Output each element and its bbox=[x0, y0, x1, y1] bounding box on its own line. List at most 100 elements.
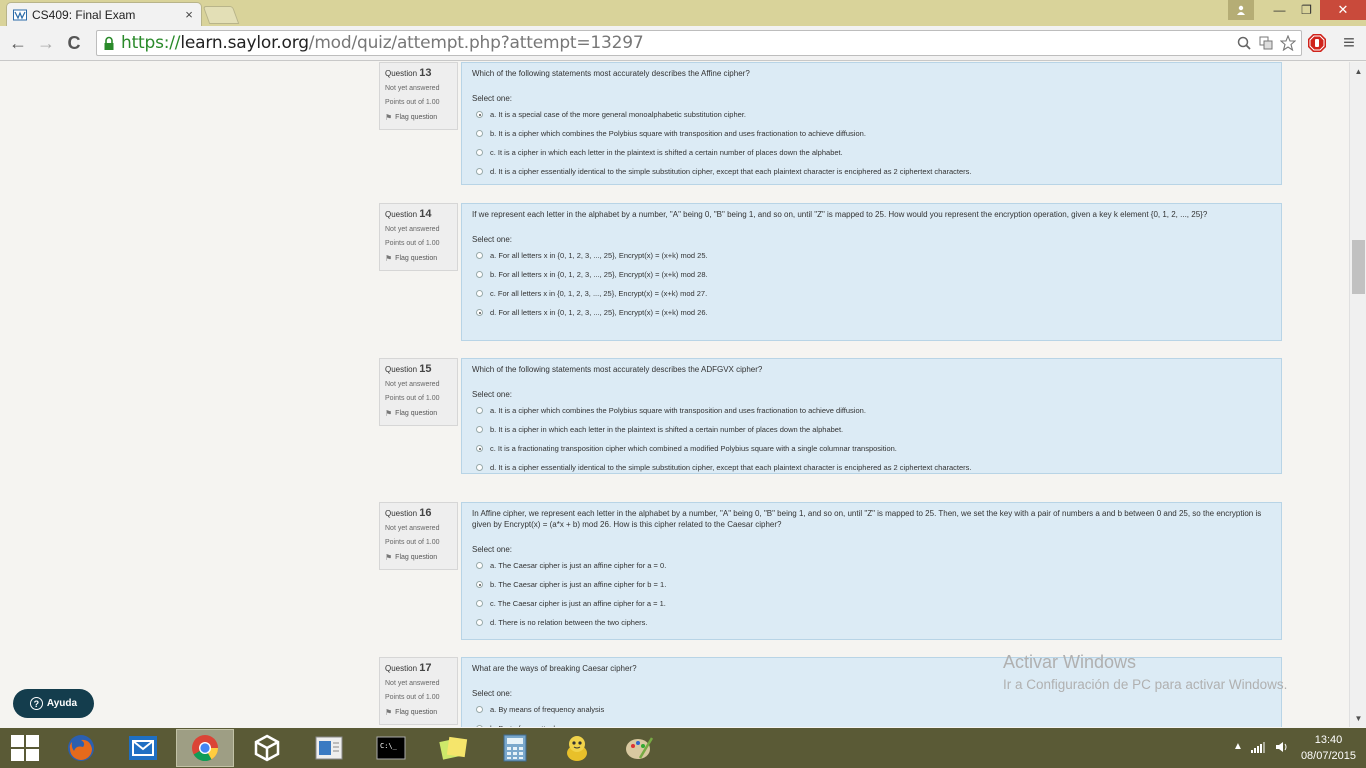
chrome-menu-button[interactable]: ≡ bbox=[1338, 32, 1360, 54]
radio-button[interactable] bbox=[476, 149, 483, 156]
watermark-title: Activar Windows bbox=[1003, 652, 1137, 672]
radio-button[interactable] bbox=[476, 407, 483, 414]
adblock-extension-icon[interactable] bbox=[1306, 32, 1328, 54]
minimize-button[interactable]: — bbox=[1266, 0, 1293, 20]
new-tab-button[interactable] bbox=[202, 6, 240, 24]
answer-option[interactable]: d. It is a cipher essentially identical … bbox=[472, 458, 1271, 477]
help-button[interactable]: ? Ayuda bbox=[13, 689, 94, 718]
answer-option[interactable]: c. The Caesar cipher is just an affine c… bbox=[472, 594, 1271, 613]
document-app-icon[interactable] bbox=[300, 729, 358, 767]
url-scheme: https:// bbox=[121, 33, 181, 53]
sticky-notes-app-icon[interactable] bbox=[424, 729, 482, 767]
answer-option[interactable]: a. By means of frequency analysis bbox=[472, 700, 1271, 719]
clock[interactable]: 13:40 08/07/2015 bbox=[1301, 732, 1356, 764]
watermark-subtitle: Ir a Configuración de PC para activar Wi… bbox=[1003, 677, 1288, 692]
unity-app-icon[interactable] bbox=[238, 729, 296, 767]
radio-button[interactable] bbox=[476, 252, 483, 259]
flag-question-link[interactable]: ⚑ Flag question bbox=[385, 409, 452, 418]
answer-options: a. For all letters x in {0, 1, 2, 3, ...… bbox=[472, 246, 1271, 322]
answer-option[interactable]: a. For all letters x in {0, 1, 2, 3, ...… bbox=[472, 246, 1271, 265]
radio-button[interactable] bbox=[476, 619, 483, 626]
mascot-app-icon[interactable] bbox=[548, 729, 606, 767]
maximize-button[interactable]: ❐ bbox=[1293, 0, 1320, 20]
radio-button[interactable] bbox=[476, 130, 483, 137]
user-profile-icon[interactable] bbox=[1228, 0, 1254, 20]
back-button[interactable]: ← bbox=[6, 32, 30, 54]
flag-question-link[interactable]: ⚑ Flag question bbox=[385, 113, 452, 122]
answer-option[interactable]: b. The Caesar cipher is just an affine c… bbox=[472, 575, 1271, 594]
select-one-prompt: Select one: bbox=[472, 390, 513, 399]
tab-title: CS409: Final Exam bbox=[32, 7, 136, 22]
flag-icon: ⚑ bbox=[385, 409, 393, 418]
question-state: Not yet answered bbox=[385, 226, 440, 233]
answer-option[interactable]: a. It is a cipher which combines the Pol… bbox=[472, 401, 1271, 420]
command-prompt-app-icon[interactable]: C:\_ bbox=[362, 729, 420, 767]
translate-icon[interactable] bbox=[1257, 34, 1275, 52]
answer-option-label: c. The Caesar cipher is just an affine c… bbox=[490, 599, 666, 608]
answer-option[interactable]: b. Brute force attack bbox=[472, 719, 1271, 727]
calculator-app-icon[interactable] bbox=[486, 729, 544, 767]
question-number: Question 17 bbox=[385, 662, 432, 674]
start-button[interactable] bbox=[7, 734, 43, 762]
radio-button[interactable] bbox=[476, 426, 483, 433]
radio-button[interactable] bbox=[476, 725, 483, 727]
radio-button[interactable] bbox=[476, 600, 483, 607]
answer-options: a. By means of frequency analysis b. Brut… bbox=[472, 700, 1271, 727]
close-window-button[interactable]: ✕ bbox=[1320, 0, 1366, 20]
radio-button[interactable] bbox=[476, 290, 483, 297]
zoom-icon[interactable] bbox=[1235, 34, 1253, 52]
answer-option[interactable]: c. For all letters x in {0, 1, 2, 3, ...… bbox=[472, 284, 1271, 303]
answer-option[interactable]: b. It is a cipher in which each letter i… bbox=[472, 420, 1271, 439]
answer-option[interactable]: b. For all letters x in {0, 1, 2, 3, ...… bbox=[472, 265, 1271, 284]
question-text: In Affine cipher, we represent each lett… bbox=[472, 509, 1262, 529]
answer-option[interactable]: c. It is a fractionating transposition c… bbox=[472, 439, 1271, 458]
network-signal-icon[interactable] bbox=[1250, 741, 1267, 756]
radio-button[interactable] bbox=[476, 464, 483, 471]
scrollbar-thumb[interactable] bbox=[1352, 240, 1365, 294]
radio-button[interactable] bbox=[476, 271, 483, 278]
answer-option[interactable]: d. For all letters x in {0, 1, 2, 3, ...… bbox=[472, 303, 1271, 322]
question-grade: Points out of 1.00 bbox=[385, 539, 440, 546]
question-info: Question 14 Not yet answered Points out of… bbox=[379, 203, 458, 271]
answer-option[interactable]: d. It is a cipher essentially identical … bbox=[472, 162, 1271, 181]
radio-button[interactable] bbox=[476, 309, 483, 316]
flag-question-link[interactable]: ⚑ Flag question bbox=[385, 254, 452, 263]
scroll-down-arrow-icon[interactable]: ▼ bbox=[1350, 711, 1366, 725]
firefox-app-icon[interactable] bbox=[52, 729, 110, 767]
answer-option[interactable]: a. The Caesar cipher is just an affine c… bbox=[472, 556, 1271, 575]
vertical-scrollbar[interactable]: ▲ ▼ bbox=[1349, 62, 1366, 727]
answer-option-label: d. It is a cipher essentially identical … bbox=[490, 167, 972, 176]
paint-app-icon[interactable] bbox=[610, 729, 668, 767]
answer-option[interactable]: b. It is a cipher which combines the Pol… bbox=[472, 124, 1271, 143]
chrome-app-icon[interactable] bbox=[176, 729, 234, 767]
answer-option[interactable]: a. It is a special case of the more gene… bbox=[472, 105, 1271, 124]
flag-icon: ⚑ bbox=[385, 113, 393, 122]
radio-button[interactable] bbox=[476, 168, 483, 175]
forward-button[interactable]: → bbox=[34, 32, 58, 54]
radio-button[interactable] bbox=[476, 445, 483, 452]
scroll-up-arrow-icon[interactable]: ▲ bbox=[1350, 64, 1366, 78]
show-hidden-icons-icon[interactable]: ▲ bbox=[1233, 741, 1243, 756]
radio-button[interactable] bbox=[476, 562, 483, 569]
radio-button[interactable] bbox=[476, 581, 483, 588]
radio-button[interactable] bbox=[476, 706, 483, 713]
tab-close-icon[interactable]: × bbox=[183, 7, 195, 22]
select-one-prompt: Select one: bbox=[472, 235, 513, 244]
radio-button[interactable] bbox=[476, 111, 483, 118]
flag-question-link[interactable]: ⚑ Flag question bbox=[385, 553, 452, 562]
flag-question-link[interactable]: ⚑ Flag question bbox=[385, 708, 452, 717]
answer-option[interactable]: d. There is no relation between the two … bbox=[472, 613, 1271, 632]
browser-tab[interactable]: CS409: Final Exam × bbox=[6, 2, 202, 26]
volume-icon[interactable] bbox=[1275, 741, 1289, 756]
question-info: Question 13 Not yet answered Points out of… bbox=[379, 62, 458, 130]
page-content: Question 13 Not yet answered Points out of… bbox=[0, 62, 1349, 727]
bookmark-star-icon[interactable] bbox=[1279, 34, 1297, 52]
address-bar[interactable]: https://learn.saylor.org/mod/quiz/attemp… bbox=[96, 30, 1302, 56]
answer-option-label: a. By means of frequency analysis bbox=[490, 705, 605, 714]
answer-option[interactable]: c. It is a cipher in which each letter i… bbox=[472, 143, 1271, 162]
question-state: Not yet answered bbox=[385, 680, 440, 687]
activation-watermark: Activar Windows Ir a Configuración de PC… bbox=[1003, 652, 1287, 692]
reload-button[interactable]: C bbox=[62, 32, 86, 54]
answer-option-label: a. The Caesar cipher is just an affine c… bbox=[490, 561, 667, 570]
mail-app-icon[interactable] bbox=[114, 729, 172, 767]
